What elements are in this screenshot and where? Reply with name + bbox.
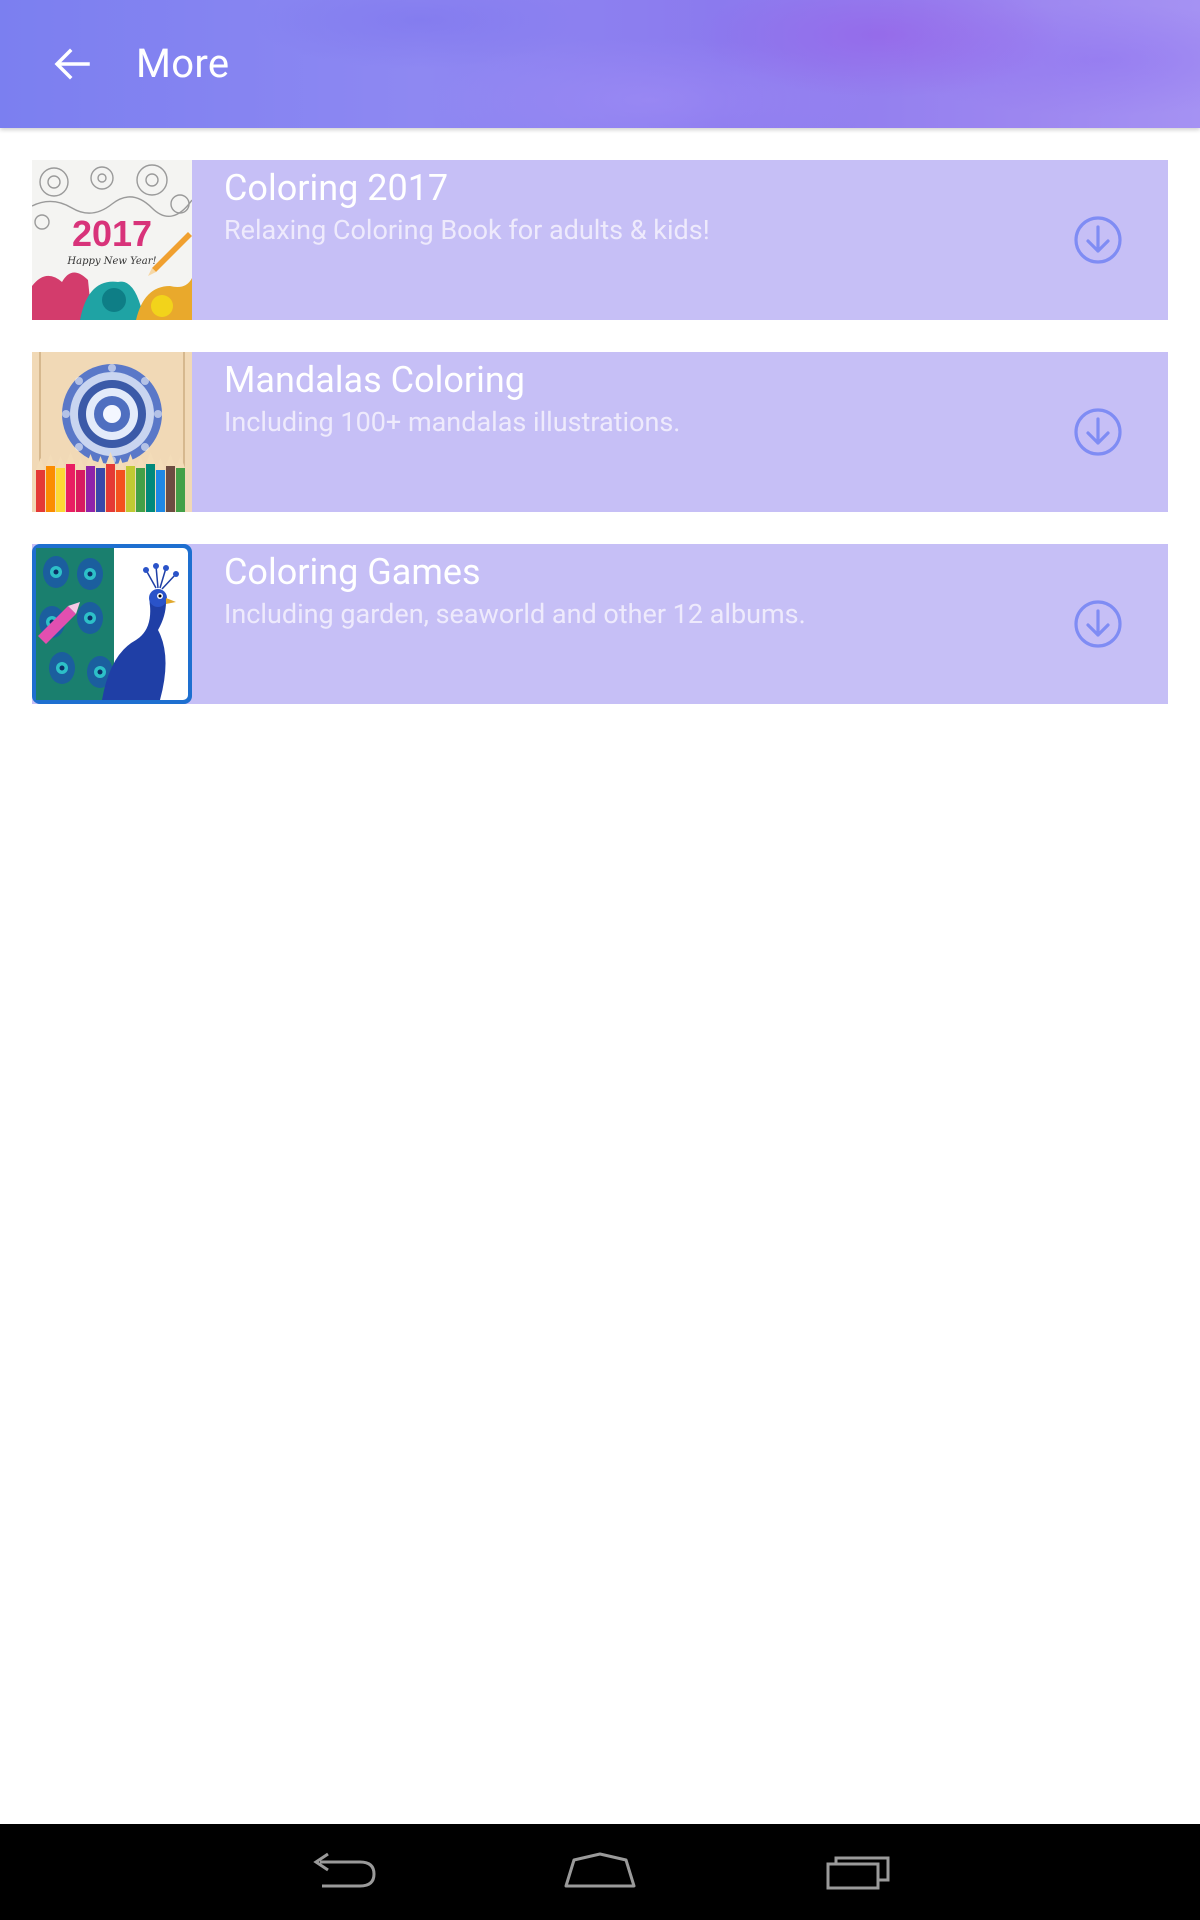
list-item-mandalas-coloring[interactable]: Mandalas Coloring Including 100+ mandala…	[32, 352, 1168, 512]
nav-back-button[interactable]	[304, 1842, 384, 1902]
home-nav-icon	[564, 1852, 636, 1888]
system-nav-bar	[0, 1824, 1200, 1920]
peacock-thumbnail	[32, 544, 192, 704]
page-title: More	[136, 40, 230, 87]
app-subtitle: Including garden, seaworld and other 12 …	[224, 598, 806, 630]
arrow-back-icon	[54, 48, 90, 80]
app-bar: More	[0, 0, 1200, 128]
nav-home-button[interactable]	[560, 1842, 640, 1902]
list-item-coloring-games[interactable]: Coloring Games Including garden, seaworl…	[32, 544, 1168, 704]
app-subtitle: Relaxing Coloring Book for adults & kids…	[224, 214, 710, 246]
nav-recents-button[interactable]	[818, 1842, 898, 1902]
app-subtitle: Including 100+ mandalas illustrations.	[224, 406, 681, 438]
app-title: Coloring 2017	[224, 167, 449, 209]
mandala-pencils-thumbnail	[32, 352, 192, 512]
recents-nav-icon	[826, 1856, 890, 1890]
back-button[interactable]	[44, 36, 100, 92]
download-button[interactable]	[1072, 406, 1124, 458]
app-title: Mandalas Coloring	[224, 359, 525, 401]
download-icon	[1074, 216, 1122, 264]
coloring-2017-thumbnail: 2017 Happy New Year!	[32, 160, 192, 320]
thumbnail-year: 2017	[72, 213, 152, 254]
app-list: 2017 Happy New Year! Coloring 2017 Relax…	[32, 160, 1168, 736]
list-item-coloring-2017[interactable]: 2017 Happy New Year! Coloring 2017 Relax…	[32, 160, 1168, 320]
thumbnail-caption: Happy New Year!	[66, 256, 156, 267]
download-button[interactable]	[1072, 598, 1124, 650]
app-title: Coloring Games	[224, 551, 481, 593]
download-button[interactable]	[1072, 214, 1124, 266]
download-icon	[1074, 408, 1122, 456]
back-nav-icon	[313, 1852, 376, 1888]
download-icon	[1074, 600, 1122, 648]
